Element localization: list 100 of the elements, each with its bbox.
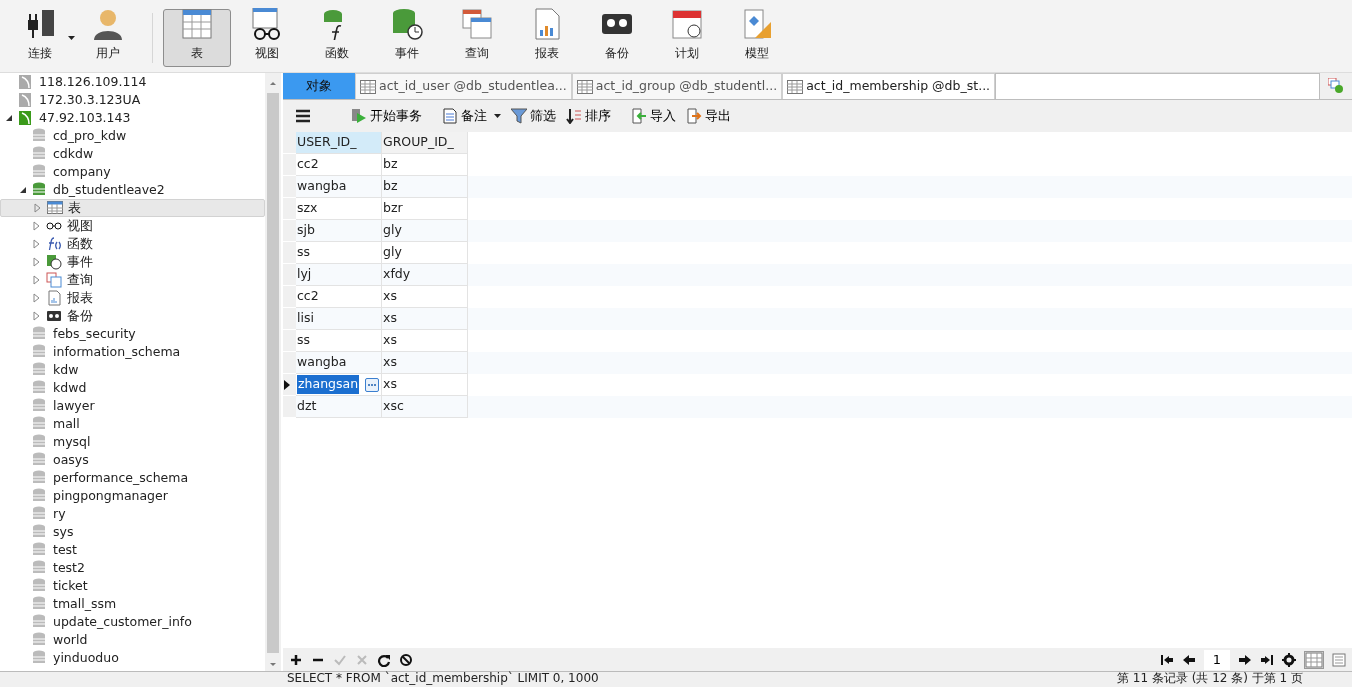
tree-item[interactable]: 查询 xyxy=(0,271,265,289)
tree-item[interactable]: 表 xyxy=(0,199,265,217)
table-icon xyxy=(181,8,213,40)
page-field[interactable]: 1 xyxy=(1204,649,1230,670)
tree-item[interactable]: sys xyxy=(0,523,265,541)
tree-item[interactable]: yinduoduo xyxy=(0,649,265,667)
table-icon xyxy=(787,78,804,95)
last-page-icon xyxy=(1260,652,1274,667)
toolbar-button[interactable]: 排序 xyxy=(564,106,613,126)
import-icon xyxy=(631,108,647,124)
calendar-clock-icon xyxy=(671,8,703,40)
tree-item[interactable]: mall xyxy=(0,415,265,433)
table-add-icon xyxy=(1328,78,1344,94)
tree-item[interactable]: kdwd xyxy=(0,379,265,397)
toolbar-button[interactable]: 用户 xyxy=(74,9,142,67)
row-header[interactable] xyxy=(283,374,296,396)
table-tab[interactable]: act_id_group @db_studentl... xyxy=(571,73,783,99)
table-tab[interactable]: act_id_membership @db_st... xyxy=(782,73,996,99)
grid-view-button[interactable] xyxy=(1304,650,1324,669)
menu-icon xyxy=(295,108,311,124)
cell-editor[interactable]: zhangsan xyxy=(297,375,360,394)
tree-item[interactable]: 报表 xyxy=(0,289,265,307)
grid-icon xyxy=(1305,651,1323,668)
tree-item[interactable]: tmall_ssm xyxy=(0,595,265,613)
tree-item[interactable]: 备份 xyxy=(0,307,265,325)
toolbar-button[interactable]: 表 xyxy=(163,9,231,67)
tree-item[interactable]: mysql xyxy=(0,433,265,451)
previous-page-icon xyxy=(1182,652,1196,667)
refresh-icon xyxy=(377,652,391,667)
table-tab[interactable]: act_id_user @db_studentlea... xyxy=(355,73,572,99)
toolbar-button[interactable]: 查询 xyxy=(443,9,511,67)
tree-item[interactable]: world xyxy=(0,631,265,649)
table-cell: sjb xyxy=(296,220,382,242)
cross-button[interactable] xyxy=(355,652,369,667)
add-tab-button[interactable] xyxy=(1328,78,1344,94)
table-cell: lyj xyxy=(296,264,382,286)
tree-item[interactable]: test2 xyxy=(0,559,265,577)
objects-tab[interactable]: 对象 xyxy=(283,73,355,99)
toolbar-button[interactable]: 报表 xyxy=(513,9,581,67)
scrollbar-drawing[interactable] xyxy=(265,73,281,671)
toolbar-button[interactable]: 函数 xyxy=(303,9,371,67)
last-page-button[interactable] xyxy=(1260,652,1274,667)
toolbar-button[interactable]: 开始事务 xyxy=(349,106,424,126)
refresh-button[interactable] xyxy=(377,652,391,667)
table-icon xyxy=(47,200,63,216)
previous-page-button[interactable] xyxy=(1182,652,1196,667)
tree-item[interactable]: 视图 xyxy=(0,217,265,235)
table-cell: xsc xyxy=(382,396,468,418)
user-icon xyxy=(92,8,124,40)
tree-item[interactable]: update_customer_info xyxy=(0,613,265,631)
toolbar-button[interactable]: 导入 xyxy=(629,106,678,126)
tree-item[interactable]: company xyxy=(0,163,265,181)
toolbar-button[interactable]: 计划 xyxy=(653,9,721,67)
tree-item[interactable]: information_schema xyxy=(0,343,265,361)
plus-button[interactable] xyxy=(289,652,303,667)
table-cell: dzt xyxy=(296,396,382,418)
current-row-icon xyxy=(283,378,291,391)
tree-item[interactable]: cdkdw xyxy=(0,145,265,163)
toolbar-button[interactable]: 连接 xyxy=(6,9,74,67)
toolbar-button[interactable]: 视图 xyxy=(233,9,301,67)
table-cell: bz xyxy=(382,176,468,198)
database-clock-icon xyxy=(391,8,423,40)
ellipsis-button[interactable] xyxy=(365,377,379,392)
glasses-table-icon xyxy=(251,8,283,40)
tree-item[interactable]: 172.30.3.123UA xyxy=(0,91,265,109)
toolbar-button[interactable]: 模型 xyxy=(723,9,791,67)
tree-item[interactable]: 事件 xyxy=(0,253,265,271)
tree-item[interactable]: test xyxy=(0,541,265,559)
plus-icon xyxy=(289,652,303,667)
tree-item[interactable]: ry xyxy=(0,505,265,523)
table-cell: xfdy xyxy=(382,264,468,286)
gear-button[interactable] xyxy=(1282,652,1296,667)
toolbar-button[interactable]: 导出 xyxy=(684,106,733,126)
first-page-icon xyxy=(1160,652,1174,667)
first-page-button[interactable] xyxy=(1160,652,1174,667)
tree-item[interactable]: 118.126.109.114 xyxy=(0,73,265,91)
table-cell: wangba xyxy=(296,176,382,198)
tree-item[interactable]: db_studentleave2 xyxy=(0,181,265,199)
toolbar-button[interactable]: 备份 xyxy=(583,9,651,67)
tree-item[interactable]: pingpongmanager xyxy=(0,487,265,505)
stop-button[interactable] xyxy=(399,652,413,667)
column-header[interactable]: USER_ID_ xyxy=(296,132,382,154)
column-header[interactable]: GROUP_ID_ xyxy=(382,132,468,154)
form-view-button[interactable] xyxy=(1332,652,1346,667)
report-icon xyxy=(46,290,62,306)
tree-item[interactable]: 函数 xyxy=(0,235,265,253)
toolbar-button[interactable]: 备注 xyxy=(440,106,503,126)
next-page-button[interactable] xyxy=(1238,652,1252,667)
tree-item[interactable]: kdw xyxy=(0,361,265,379)
tree-item[interactable]: 47.92.103.143 xyxy=(0,109,265,127)
filter-icon xyxy=(511,108,527,124)
tree-item[interactable]: ticket xyxy=(0,577,265,595)
tree-item[interactable]: performance_schema xyxy=(0,469,265,487)
tree-item[interactable]: cd_pro_kdw xyxy=(0,127,265,145)
tree-item[interactable]: lawyer xyxy=(0,397,265,415)
tree-item[interactable]: oasys xyxy=(0,451,265,469)
menu-button[interactable] xyxy=(293,108,313,124)
toolbar-button[interactable]: 事件 xyxy=(373,9,441,67)
tree-item[interactable]: febs_security xyxy=(0,325,265,343)
toolbar-button[interactable]: 筛选 xyxy=(509,106,558,126)
